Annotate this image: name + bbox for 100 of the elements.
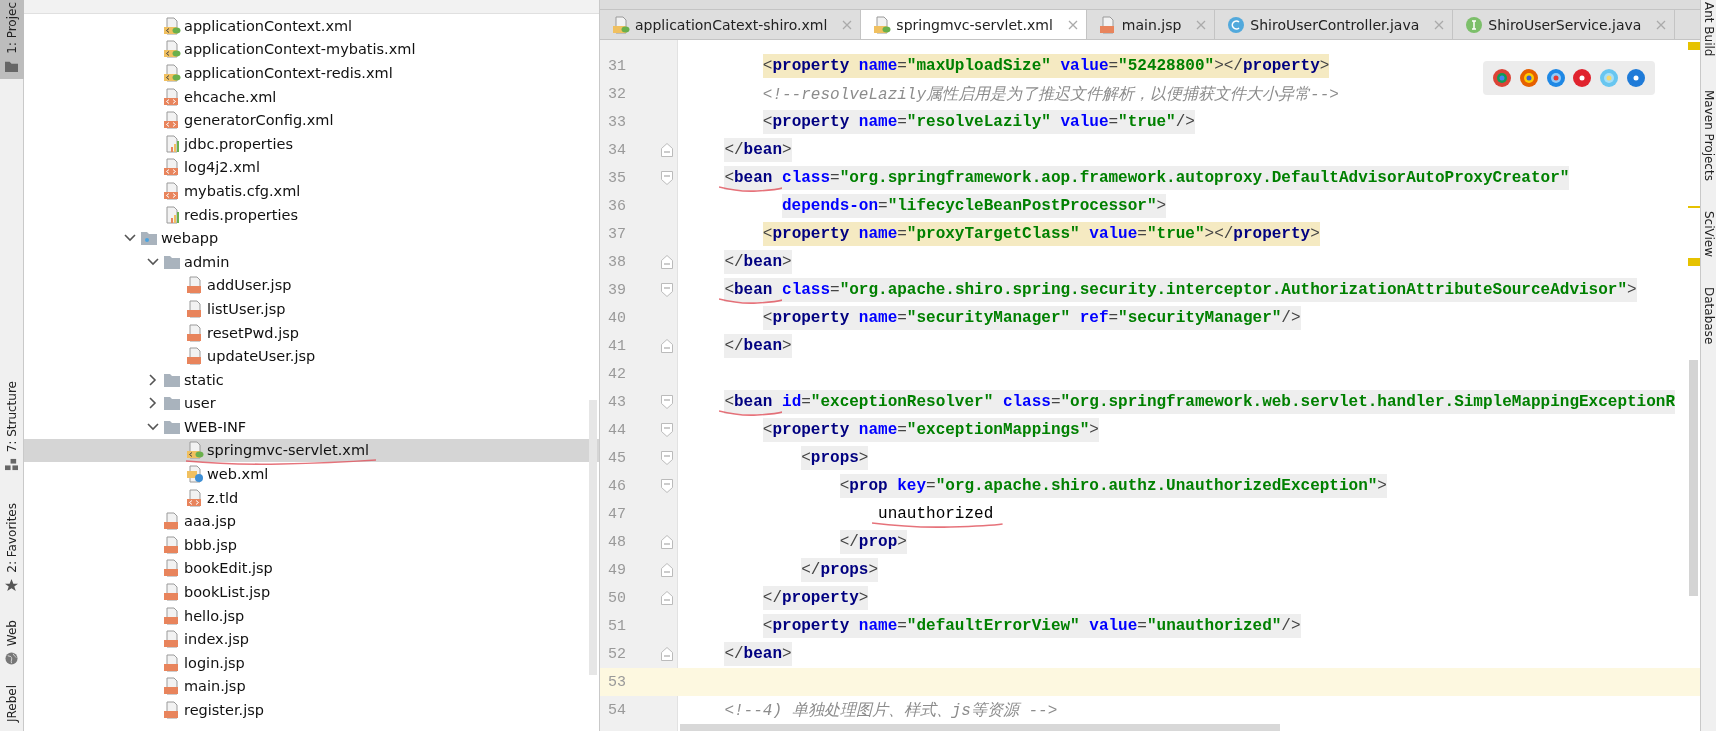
file-name: mybatis.cfg.xml [184, 182, 301, 199]
tree-row[interactable]: static [24, 367, 599, 392]
tree-row[interactable]: login.jsp [24, 651, 599, 675]
tool-window-tab[interactable]: JRebel [0, 683, 24, 729]
editor-tab[interactable]: ShiroUserService.java [1453, 10, 1676, 39]
tab-label: ShiroUserService.java [1488, 16, 1642, 33]
file-name: log4j2.xml [184, 159, 260, 176]
line-number: 35 [608, 169, 626, 187]
file-name: springmvc-servlet.xml [207, 442, 370, 459]
tree-row[interactable]: aaa.jsp [24, 509, 599, 534]
file-name: register.jsp [184, 702, 264, 718]
file-name: bbb.jsp [184, 536, 237, 553]
file-name: applicationContext.xml [184, 17, 353, 34]
tree-row[interactable]: WEB-INF [24, 415, 599, 439]
file-name: index.jsp [184, 631, 250, 648]
tool-window-tab[interactable]: 1: Projec [0, 0, 24, 79]
editor-tab[interactable]: ShiroUserController.java [1215, 10, 1454, 39]
file-name: applicationContext-redis.xml [184, 65, 393, 81]
tab-label: main.jsp [1121, 16, 1182, 33]
tree-row[interactable]: ehcache.xml [24, 84, 599, 109]
file-name: addUser.jsp [207, 277, 292, 294]
tool-window-tab[interactable]: 2: Favorites [0, 501, 24, 598]
file-name: redis.properties [184, 206, 298, 223]
tree-row[interactable]: redis.properties [24, 202, 599, 227]
tree-row[interactable]: user [24, 391, 599, 416]
editor-tab[interactable]: main.jsp [1086, 10, 1216, 39]
editor-tab[interactable]: springmvc-servlet.xml [861, 10, 1087, 39]
tree-row[interactable]: applicationContext-redis.xml [24, 61, 599, 85]
tree-row[interactable]: generatorConfig.xml [24, 108, 599, 132]
tree-row[interactable]: log4j2.xml [24, 155, 599, 180]
file-name: listUser.jsp [207, 300, 286, 317]
line-number: 41 [608, 337, 626, 355]
tree-row[interactable]: webapp [24, 226, 599, 250]
file-name: main.jsp [184, 678, 246, 695]
line-number: 46 [608, 477, 626, 495]
tree-row[interactable]: z.tld [24, 485, 599, 510]
tool-window-tab[interactable]: Maven Projects [1701, 90, 1716, 182]
line-number: 40 [608, 309, 626, 327]
tree-row[interactable]: springmvc-servlet.xml [24, 438, 599, 463]
line-number: 33 [608, 113, 626, 131]
tree-row[interactable]: bookList.jsp [24, 580, 599, 604]
tree-row[interactable]: hello.jsp [24, 603, 599, 628]
line-number: 52 [608, 645, 626, 663]
line-number: 50 [608, 589, 626, 607]
line-number: 51 [608, 617, 626, 635]
file-name: applicationContext-mybatis.xml [184, 41, 416, 58]
file-name: web.xml [207, 466, 269, 483]
line-number: 47 [608, 505, 626, 523]
line-number: 53 [608, 673, 626, 691]
line-number: 45 [608, 449, 626, 467]
file-name: ehcache.xml [184, 88, 277, 105]
file-name: admin [184, 253, 230, 270]
tree-row[interactable]: addUser.jsp [24, 273, 599, 298]
file-name: updateUser.jsp [207, 348, 316, 365]
line-number: 36 [608, 197, 626, 215]
line-number: 54 [608, 701, 626, 719]
line-number: 42 [608, 365, 626, 383]
tree-row[interactable]: applicationContext-mybatis.xml [24, 37, 599, 62]
line-number: 31 [608, 57, 626, 75]
file-name: generatorConfig.xml [184, 112, 334, 129]
tool-window-tab[interactable]: Web [0, 617, 24, 672]
tree-row[interactable]: main.jsp [24, 674, 599, 699]
file-name: user [184, 395, 216, 412]
tree-row[interactable]: bbb.jsp [24, 533, 599, 557]
code-line: <!--4) 单独处理图片、样式、js等资源 --> [724, 700, 1058, 722]
file-name: bookEdit.jsp [184, 560, 273, 577]
editor-tab[interactable]: applicationCatext-shiro.xml [600, 10, 862, 39]
tab-label: springmvc-servlet.xml [896, 16, 1053, 33]
line-number: 48 [608, 533, 626, 551]
tree-row[interactable]: updateUser.jsp [24, 344, 599, 368]
file-name: aaa.jsp [184, 513, 237, 530]
tree-row[interactable]: bookEdit.jsp [24, 556, 599, 581]
tree-row[interactable]: register.jsp [24, 698, 599, 722]
tree-row[interactable]: index.jsp [24, 627, 599, 652]
tool-window-tab[interactable]: Ant Build [1701, 2, 1716, 57]
file-name: z.tld [207, 489, 239, 506]
line-number: 37 [608, 225, 626, 243]
line-number: 34 [608, 141, 626, 159]
line-number: 49 [608, 561, 626, 579]
file-name: login.jsp [184, 654, 245, 671]
tool-window-tab[interactable]: 7: Structure [0, 378, 24, 478]
tree-row[interactable]: mybatis.cfg.xml [24, 179, 599, 203]
tree-row[interactable]: resetPwd.jsp [24, 320, 599, 345]
tree-row[interactable]: web.xml [24, 462, 599, 486]
line-number: 43 [608, 393, 626, 411]
file-name: resetPwd.jsp [207, 324, 299, 341]
tree-row[interactable]: applicationContext.xml [24, 14, 599, 38]
line-number: 38 [608, 253, 626, 271]
file-name: jdbc.properties [184, 135, 293, 152]
file-name: bookList.jsp [184, 584, 271, 601]
file-name: webapp [161, 230, 219, 247]
line-number: 39 [608, 281, 626, 299]
tree-row[interactable]: admin [24, 249, 599, 274]
tool-window-tab[interactable]: SciView [1701, 211, 1716, 258]
code-line: <!--resolveLazily属性启用是为了推迟文件解析，以便捕获文件大小异常--> [762, 84, 1339, 106]
tool-window-tab[interactable]: Database [1701, 287, 1716, 345]
tab-label: ShiroUserController.java [1250, 16, 1420, 33]
tree-row[interactable]: jdbc.properties [24, 131, 599, 156]
file-name: hello.jsp [184, 607, 245, 624]
tree-row[interactable]: listUser.jsp [24, 297, 599, 321]
